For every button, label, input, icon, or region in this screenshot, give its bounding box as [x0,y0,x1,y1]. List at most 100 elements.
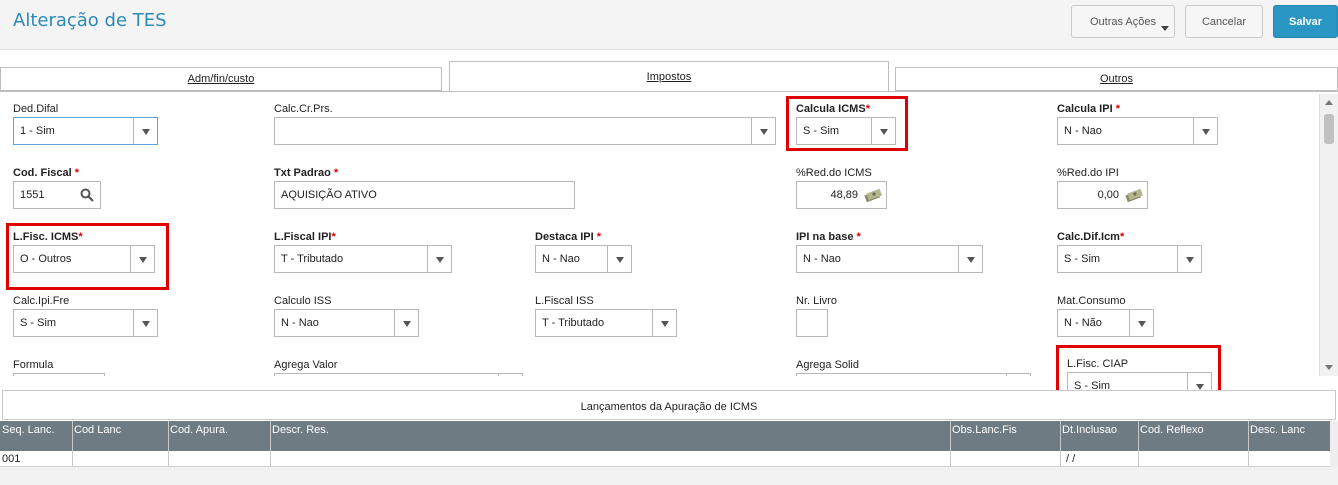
ipi-na-base-value: N - Nao [803,253,841,265]
chevron-down-icon [1161,26,1169,31]
calcula-ipi-value: N - Nao [1064,125,1102,137]
txt-padrao-input[interactable]: AQUISIÇÃO ATIVO [274,181,575,209]
cod-fiscal-value: 1551 [20,189,45,201]
scroll-up-icon[interactable] [1325,100,1333,105]
calc-dif-icm-select[interactable]: S - Sim [1057,245,1202,273]
agrega-solid-select[interactable] [796,373,1031,376]
column-divider [270,421,271,467]
chevron-down-icon[interactable] [1006,374,1030,376]
more-actions-button[interactable]: Outras Ações [1071,5,1175,38]
column-header[interactable]: Descr. Res. [272,424,329,436]
red-ipi-input[interactable]: 0,00 [1057,181,1148,209]
cod-fiscal-input[interactable]: 1551 [13,181,101,209]
money-icon[interactable] [1125,188,1143,202]
red-icms-value: 48,89 [830,189,858,201]
mat-consumo-select[interactable]: N - Não [1057,309,1154,337]
column-header[interactable]: Desc. Lanc [1250,424,1305,436]
ipi-na-base-label: IPI na base * [796,231,861,243]
more-actions-label: Outras Ações [1089,15,1157,28]
lfiscal-iss-select[interactable]: T - Tributado [535,309,677,337]
scroll-thumb[interactable] [1324,114,1334,144]
grid-footer [0,467,1338,485]
form-scrollbar[interactable] [1319,94,1338,376]
red-icms-label: %Red.do ICMS [796,167,872,179]
page-header: Alteração de TES Outras Ações Cancelar S… [0,0,1338,50]
search-icon[interactable] [80,188,94,202]
lfiscal-ipi-select[interactable]: T - Tributado [274,245,452,273]
lfiscal-iss-label: L.Fiscal ISS [535,295,594,307]
agrega-valor-label: Agrega Valor [274,359,338,371]
table-cell: / / [1066,453,1076,465]
column-header[interactable]: Obs.Lanc.Fis [952,424,1017,436]
agrega-valor-select[interactable] [274,373,523,376]
scroll-down-icon[interactable] [1325,365,1333,370]
column-header[interactable]: Seq. Lanc. [2,424,55,436]
save-button[interactable]: Salvar [1273,5,1338,38]
calc-ipi-fre-select[interactable]: S - Sim [13,309,158,337]
grid-scrollbar[interactable] [1330,421,1338,467]
column-divider [168,421,169,467]
formula-input[interactable] [13,373,105,376]
red-icms-input[interactable]: 48,89 [796,181,887,209]
mat-consumo-label: Mat.Consumo [1057,295,1126,307]
column-divider [950,421,951,467]
calc-cr-prs-label: Calc.Cr.Prs. [274,103,333,115]
chevron-down-icon[interactable] [133,310,157,336]
table-row[interactable]: 001 / / [0,451,1330,467]
txt-padrao-label: Txt Padrao * [274,167,339,179]
tab-impostos[interactable]: Impostos [449,61,889,91]
calculo-iss-label: Calculo ISS [274,295,332,307]
chevron-down-icon[interactable] [607,246,631,272]
table-cell: 001 [2,453,21,465]
ded-difal-select[interactable]: 1 - Sim [13,117,158,145]
chevron-down-icon[interactable] [958,246,982,272]
calcula-icms-highlight [786,96,908,151]
calculo-iss-value: N - Nao [281,317,319,329]
red-ipi-value: 0,00 [1097,189,1119,201]
column-divider [72,421,73,467]
mat-consumo-value: N - Não [1064,317,1102,329]
column-divider [1138,421,1139,467]
red-ipi-label: %Red.do IPI [1057,167,1119,179]
column-header[interactable]: Dt.Inclusao [1062,424,1117,436]
calcula-ipi-label: Calcula IPI * [1057,103,1120,115]
tab-outros[interactable]: Outros [895,67,1338,91]
calc-ipi-fre-label: Calc.Ipi.Fre [13,295,70,307]
agrega-solid-label: Agrega Solid [796,359,859,371]
chevron-down-icon[interactable] [1129,310,1153,336]
tab-adm-fin-custo[interactable]: Adm/fin/custo [0,67,442,91]
chevron-down-icon[interactable] [498,374,522,376]
chevron-down-icon[interactable] [394,310,418,336]
calc-cr-prs-select[interactable] [274,117,776,145]
calc-dif-icm-label: Calc.Dif.Icm* [1057,231,1125,243]
chevron-down-icon[interactable] [133,118,157,144]
destaca-ipi-label: Destaca IPI * [535,231,602,243]
column-header[interactable]: Cod. Apura. [170,424,228,436]
grid-title: Lançamentos da Apuração de ICMS [2,390,1336,420]
column-divider [1060,421,1061,467]
lfisc-icms-highlight [6,223,169,290]
calculo-iss-select[interactable]: N - Nao [274,309,419,337]
ipi-na-base-select[interactable]: N - Nao [796,245,983,273]
chevron-down-icon[interactable] [751,118,775,144]
column-header[interactable]: Cod. Reflexo [1140,424,1204,436]
column-header[interactable]: Cod Lanc [74,424,121,436]
cancel-button[interactable]: Cancelar [1185,5,1263,38]
lfisc-ciap-label: L.Fisc. CIAP [1067,358,1129,370]
column-divider [1248,421,1249,467]
chevron-down-icon[interactable] [652,310,676,336]
impostos-panel: Ded.Difal 1 - Sim Calc.Cr.Prs. Calcula I… [0,91,1338,376]
txt-padrao-value: AQUISIÇÃO ATIVO [281,189,377,201]
grid-header: Seq. Lanc. Cod Lanc Cod. Apura. Descr. R… [0,421,1330,451]
nr-livro-input[interactable] [796,309,828,337]
calcula-ipi-select[interactable]: N - Nao [1057,117,1218,145]
destaca-ipi-select[interactable]: N - Nao [535,245,632,273]
money-icon[interactable] [864,188,882,202]
chevron-down-icon[interactable] [427,246,451,272]
ded-difal-label: Ded.Difal [13,103,59,115]
tab-label: Outros [1099,73,1133,85]
chevron-down-icon[interactable] [1193,118,1217,144]
calc-ipi-fre-value: S - Sim [20,317,57,329]
tab-label: Impostos [646,70,692,83]
chevron-down-icon[interactable] [1177,246,1201,272]
